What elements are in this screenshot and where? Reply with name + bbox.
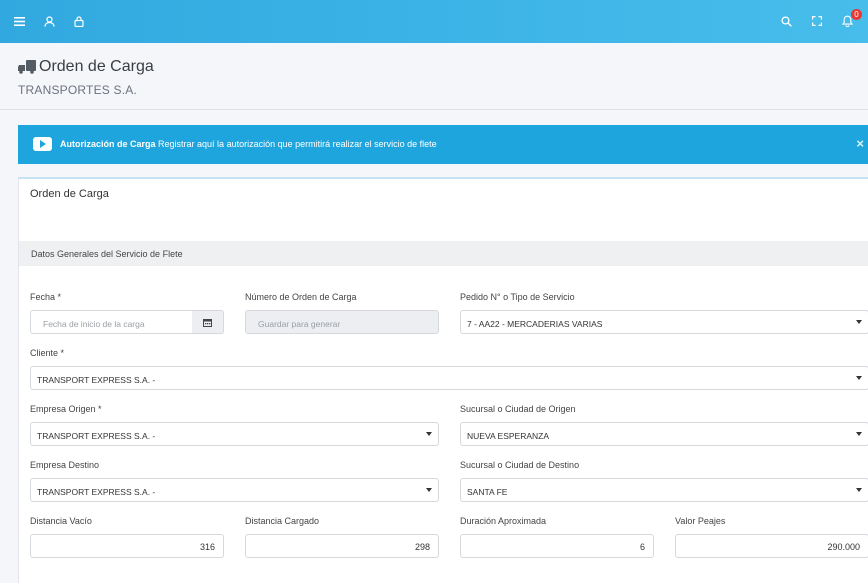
user-icon[interactable] bbox=[40, 12, 58, 30]
fecha-label: Fecha * bbox=[30, 292, 62, 302]
empresa-destino-select[interactable]: TRANSPORT EXPRESS S.A. - bbox=[30, 478, 439, 502]
distancia-vacio-label: Distancia Vacío bbox=[30, 516, 92, 526]
order-card: Orden de Carga Datos Generales del Servi… bbox=[18, 177, 868, 583]
chevron-down-icon bbox=[856, 376, 862, 380]
section-header: Datos Generales del Servicio de Flete bbox=[19, 241, 868, 266]
calendar-icon bbox=[203, 319, 212, 327]
section-title: Datos Generales del Servicio de Flete bbox=[31, 249, 183, 259]
distancia-vacio-input[interactable]: 316 bbox=[30, 534, 224, 558]
alert-title: Autorización de Carga bbox=[60, 139, 156, 149]
calendar-button[interactable] bbox=[192, 310, 224, 334]
peajes-label: Valor Peajes bbox=[675, 516, 726, 526]
sucursal-destino-label: Sucursal o Ciudad de Destino bbox=[460, 460, 580, 470]
chevron-down-icon bbox=[856, 320, 862, 324]
chevron-down-icon bbox=[856, 488, 862, 492]
lock-icon[interactable] bbox=[70, 12, 88, 30]
cliente-select[interactable]: TRANSPORT EXPRESS S.A. - bbox=[30, 366, 868, 390]
top-navbar: 0 bbox=[0, 0, 868, 43]
duracion-input[interactable]: 6 bbox=[460, 534, 654, 558]
sucursal-origen-label: Sucursal o Ciudad de Origen bbox=[460, 404, 576, 414]
close-icon[interactable]: × bbox=[856, 136, 864, 151]
sucursal-destino-select[interactable]: SANTA FE bbox=[460, 478, 868, 502]
chevron-down-icon bbox=[426, 432, 432, 436]
empresa-origen-select[interactable]: TRANSPORT EXPRESS S.A. - bbox=[30, 422, 439, 446]
notification-badge: 0 bbox=[851, 9, 862, 20]
menu-icon[interactable] bbox=[10, 12, 28, 30]
cliente-label: Cliente * bbox=[30, 348, 65, 358]
video-play-icon[interactable] bbox=[33, 137, 52, 151]
info-alert: Autorización de Carga Registrar aquí la … bbox=[18, 125, 868, 164]
empresa-destino-label: Empresa Destino bbox=[30, 460, 100, 470]
sucursal-origen-select[interactable]: NUEVA ESPERANZA bbox=[460, 422, 868, 446]
pedido-select[interactable]: 7 - AA22 - MERCADERIAS VARIAS bbox=[460, 310, 868, 334]
empresa-origen-label: Empresa Origen * bbox=[30, 404, 102, 414]
duracion-label: Duración Aproximada bbox=[460, 516, 547, 526]
chevron-down-icon bbox=[856, 432, 862, 436]
fullscreen-icon[interactable] bbox=[808, 12, 826, 30]
company-subtitle: TRANSPORTES S.A. bbox=[18, 83, 138, 97]
distancia-cargado-input[interactable]: 298 bbox=[245, 534, 439, 558]
fecha-input[interactable]: Fecha de inicio de la carga bbox=[30, 310, 193, 334]
card-title: Orden de Carga bbox=[30, 188, 109, 200]
page-title: Orden de Carga bbox=[39, 58, 154, 75]
truck-icon bbox=[18, 60, 37, 79]
alert-message: Registrar aquí la autorización que permi… bbox=[158, 139, 437, 149]
pedido-label: Pedido N° o Tipo de Servicio bbox=[460, 292, 575, 302]
chevron-down-icon bbox=[426, 488, 432, 492]
distancia-cargado-label: Distancia Cargado bbox=[245, 516, 320, 526]
peajes-input[interactable]: 290.000 bbox=[675, 534, 868, 558]
search-icon[interactable] bbox=[777, 12, 795, 30]
numero-input: Guardar para generar bbox=[245, 310, 439, 334]
page-header: Orden de Carga TRANSPORTES S.A. bbox=[0, 43, 868, 110]
numero-label: Número de Orden de Carga bbox=[245, 292, 357, 302]
